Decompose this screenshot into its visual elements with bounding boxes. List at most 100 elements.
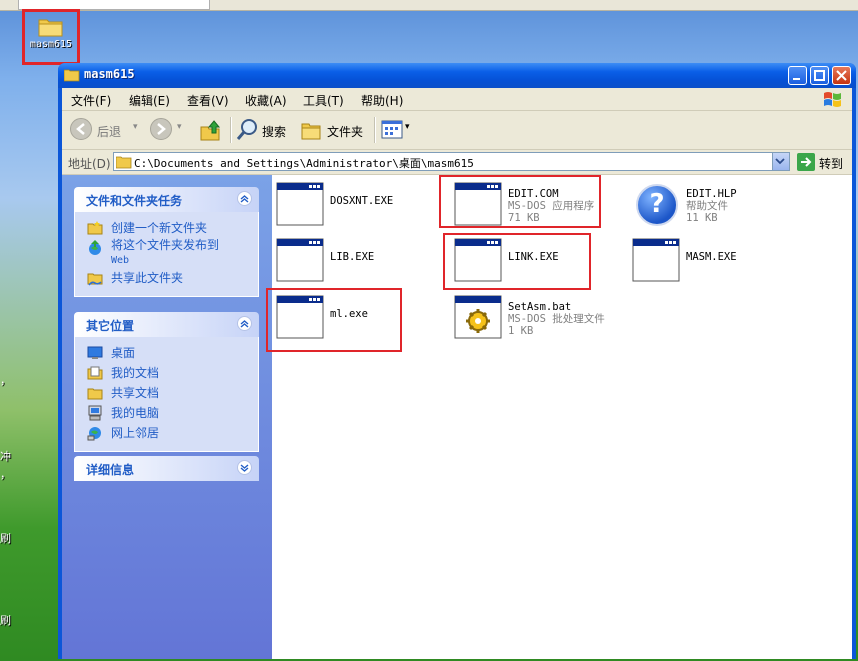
- desktop-edge-text: 冲: [0, 450, 11, 463]
- file-tasks-header[interactable]: 文件和文件夹任务: [74, 187, 259, 212]
- address-bar: 地址(D) C:\Documents and Settings\Administ…: [62, 150, 852, 175]
- address-path: C:\Documents and Settings\Administrator\…: [134, 157, 474, 170]
- task-new-folder[interactable]: 创建一个新文件夹: [75, 218, 258, 238]
- maximize-button[interactable]: [810, 66, 829, 85]
- my-documents-icon: [87, 366, 103, 380]
- back-button[interactable]: 后退 ▾: [70, 118, 142, 142]
- desktop-icon-label: masm615: [29, 39, 73, 50]
- folder-icon: [116, 156, 132, 169]
- task-label: 创建一个新文件夹: [111, 221, 208, 235]
- details-panel: 详细信息: [74, 456, 259, 481]
- address-label: 地址(D): [68, 157, 111, 171]
- views-icon: [381, 120, 403, 139]
- file-list: DOSXNT.EXE EDIT.COM MS-DOS 应用程序 71 KB ? …: [266, 175, 852, 659]
- file-name: SetAsm.bat: [508, 301, 572, 313]
- file-tasks-title: 文件和文件夹任务: [86, 194, 183, 208]
- other-places-header[interactable]: 其它位置: [74, 312, 259, 337]
- explorer-window: masm615 文件(F) 编辑(E) 查看(V) 收藏(A) 工具(T) 帮助…: [58, 63, 856, 659]
- task-share-folder[interactable]: 共享此文件夹: [75, 268, 258, 288]
- share-folder-icon: [87, 273, 103, 286]
- file-name: EDIT.HLP: [686, 188, 737, 200]
- file-text: LIB.EXE: [330, 251, 374, 263]
- folder-icon: [64, 69, 80, 82]
- file-size: 11 KB: [686, 212, 718, 224]
- address-dropdown-button[interactable]: [772, 153, 789, 170]
- back-dropdown-icon[interactable]: ▾: [133, 122, 138, 132]
- file-item-edit-hlp[interactable]: ? EDIT.HLP 帮助文件 11 KB: [632, 182, 792, 228]
- file-type: MS-DOS 批处理文件: [508, 313, 605, 325]
- folders-label: 文件夹: [327, 125, 364, 139]
- close-button[interactable]: [832, 66, 851, 85]
- place-network[interactable]: 网上邻居: [75, 423, 258, 443]
- menu-view[interactable]: 查看(V): [187, 92, 229, 109]
- details-title: 详细信息: [86, 463, 135, 477]
- desktop-icon: [87, 346, 103, 359]
- task-label: 共享此文件夹: [111, 271, 184, 285]
- details-header[interactable]: 详细信息: [74, 456, 259, 481]
- network-icon: [87, 427, 101, 441]
- file-item-dosxnt[interactable]: DOSXNT.EXE: [276, 182, 436, 228]
- batch-gear-icon: [454, 295, 502, 339]
- place-label: 我的电脑: [111, 406, 160, 420]
- task-sublabel: Web: [111, 255, 130, 266]
- place-desktop[interactable]: 桌面: [75, 343, 258, 363]
- forward-button[interactable]: ▾: [150, 118, 190, 142]
- background-window-strip: [0, 0, 858, 11]
- minimize-button[interactable]: [788, 66, 807, 85]
- collapse-chevron-icon[interactable]: [237, 316, 252, 331]
- file-tasks-body: 创建一个新文件夹 将这个文件夹发布到 Web 共享此文件夹: [74, 212, 259, 297]
- file-item-lib[interactable]: LIB.EXE: [276, 238, 436, 284]
- desktop-edge-text: 刷: [0, 532, 11, 545]
- file-size: 1 KB: [508, 325, 534, 337]
- up-folder-icon: [200, 120, 221, 141]
- search-icon: [236, 119, 257, 140]
- shared-documents-icon: [87, 388, 103, 400]
- window-title: masm615: [84, 67, 135, 81]
- folders-icon: [301, 123, 321, 140]
- search-button[interactable]: 搜索: [236, 118, 292, 142]
- desktop-folder-masm615[interactable]: masm615: [22, 9, 80, 65]
- collapse-chevron-icon[interactable]: [237, 191, 252, 206]
- menu-help[interactable]: 帮助(H): [361, 92, 403, 109]
- address-field[interactable]: C:\Documents and Settings\Administrator\…: [113, 152, 790, 171]
- forward-dropdown-icon[interactable]: ▾: [177, 122, 182, 132]
- folder-icon: [38, 17, 64, 37]
- views-dropdown-icon: ▾: [405, 122, 410, 132]
- other-places-title: 其它位置: [86, 319, 135, 333]
- window-client: 文件(F) 编辑(E) 查看(V) 收藏(A) 工具(T) 帮助(H) 后退 ▾: [62, 88, 852, 659]
- desktop-edge-text: 刷: [0, 614, 11, 627]
- expand-chevron-icon[interactable]: [237, 460, 252, 475]
- file-name: MASM.EXE: [686, 251, 737, 263]
- highlight-box-link: [443, 233, 591, 290]
- file-item-setasm[interactable]: SetAsm.bat MS-DOS 批处理文件 1 KB: [454, 295, 624, 341]
- place-label: 桌面: [111, 346, 136, 360]
- place-label: 我的文档: [111, 366, 160, 380]
- place-my-documents[interactable]: 我的文档: [75, 363, 258, 383]
- file-item-masm[interactable]: MASM.EXE: [632, 238, 792, 284]
- title-bar[interactable]: masm615: [58, 63, 856, 88]
- place-my-computer[interactable]: 我的电脑: [75, 403, 258, 423]
- highlight-box-ml: [266, 288, 402, 352]
- menu-favorites[interactable]: 收藏(A): [245, 92, 287, 109]
- my-computer-icon: [88, 405, 102, 421]
- file-name: LIB.EXE: [330, 251, 375, 263]
- menu-edit[interactable]: 编辑(E): [129, 92, 170, 109]
- task-publish-web[interactable]: 将这个文件夹发布到 Web: [75, 238, 258, 268]
- back-label: 后退: [97, 125, 122, 139]
- folders-button[interactable]: 文件夹: [300, 118, 366, 142]
- menu-bar: 文件(F) 编辑(E) 查看(V) 收藏(A) 工具(T) 帮助(H): [62, 88, 852, 111]
- toolbar: 后退 ▾ ▾ 搜索 文件夹 ▾: [62, 111, 852, 150]
- file-text: DOSXNT.EXE: [330, 195, 393, 207]
- go-arrow-icon: [797, 153, 815, 171]
- help-icon: ?: [636, 184, 678, 226]
- up-folder-button[interactable]: [199, 118, 223, 142]
- task-label: 将这个文件夹发布到: [111, 238, 220, 252]
- dos-window-icon: [276, 182, 324, 226]
- file-type: 帮助文件: [686, 200, 728, 212]
- place-shared-documents[interactable]: 共享文档: [75, 383, 258, 403]
- views-button[interactable]: ▾: [380, 118, 412, 142]
- forward-arrow-icon: [150, 118, 172, 140]
- menu-file[interactable]: 文件(F): [71, 92, 111, 109]
- menu-tools[interactable]: 工具(T): [303, 92, 344, 109]
- file-text: EDIT.HLP 帮助文件 11 KB: [686, 188, 737, 224]
